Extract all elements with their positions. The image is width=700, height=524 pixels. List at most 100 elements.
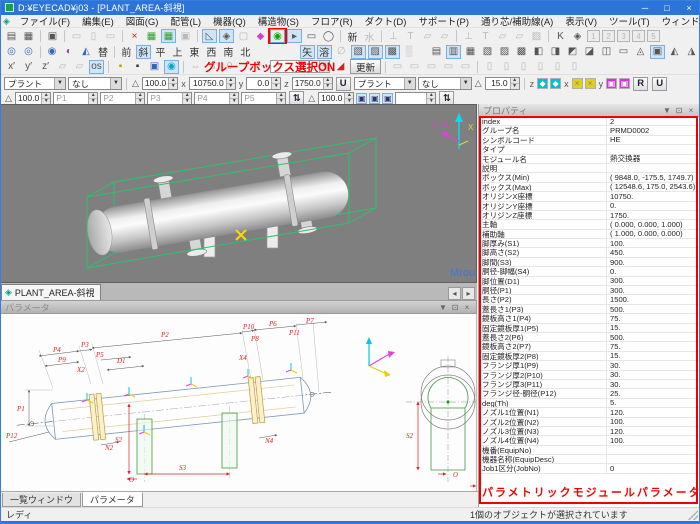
- menu-item[interactable]: 表示(V): [559, 14, 603, 28]
- y-spinner[interactable]: 0.0▲▼: [246, 77, 281, 90]
- none-select-2[interactable]: なし▼: [418, 77, 472, 90]
- resize-grip[interactable]: [688, 510, 698, 520]
- open-icon[interactable]: ▤: [4, 29, 19, 43]
- property-row[interactable]: オリジンY座標0.: [479, 202, 700, 211]
- param-p4-spinner[interactable]: P4▲▼: [194, 92, 239, 105]
- view-south-button[interactable]: 南: [221, 45, 236, 59]
- view-north-button[interactable]: 北: [238, 45, 253, 59]
- property-row[interactable]: ノズル4位置(N4)100.: [479, 436, 700, 445]
- property-row[interactable]: 胴径(P1)300.: [479, 286, 700, 295]
- lock-icon[interactable]: ◈: [570, 29, 585, 43]
- param-p3-spinner[interactable]: P3▲▼: [147, 92, 192, 105]
- menu-item[interactable]: 図面(G): [120, 14, 165, 28]
- menu-item[interactable]: 構造物(S): [252, 14, 305, 28]
- swap-button[interactable]: 替: [95, 45, 110, 59]
- pipe-icon[interactable]: ◩: [565, 45, 580, 59]
- pipe-icon[interactable]: ▨: [497, 45, 512, 59]
- duct-icon[interactable]: ▣: [356, 93, 367, 104]
- property-row[interactable]: 機器名称(EquipDesc): [479, 455, 700, 464]
- none-select[interactable]: なし▼: [68, 77, 122, 90]
- pipe-icon[interactable]: ◧: [531, 45, 546, 59]
- property-row[interactable]: フランジ厚1(P9)30.: [479, 361, 700, 370]
- z-spinner[interactable]: 1750.0▲▼: [292, 77, 333, 90]
- pipe-icon[interactable]: ▦: [463, 45, 478, 59]
- property-row[interactable]: 機番(EquipNo): [479, 446, 700, 455]
- property-row[interactable]: deg(Th)5.: [479, 399, 700, 408]
- property-row[interactable]: 蓋長さ1(P3)500.: [479, 305, 700, 314]
- hatch-icon[interactable]: ▧: [351, 45, 366, 59]
- pipe-icon[interactable]: ▩: [514, 45, 529, 59]
- param-p5-spinner[interactable]: P5▲▼: [241, 92, 286, 105]
- zoom-in-icon[interactable]: ◎: [4, 45, 19, 59]
- property-row[interactable]: フランジ厚3(P11)30.: [479, 380, 700, 389]
- new-button[interactable]: 新: [345, 29, 360, 43]
- pipe-icon[interactable]: ▤: [429, 45, 444, 59]
- z-axis-icon[interactable]: z′: [38, 60, 53, 74]
- param-p2-spinner[interactable]: P2▲▼: [100, 92, 145, 105]
- menu-item[interactable]: ツール(T): [603, 14, 656, 28]
- weld-button[interactable]: 溶: [317, 45, 332, 59]
- property-row[interactable]: index2: [479, 117, 700, 126]
- updown-button-2[interactable]: ⇅: [439, 91, 454, 105]
- plant-select[interactable]: プラント▼: [4, 77, 66, 90]
- property-row[interactable]: 説明: [479, 164, 700, 173]
- property-row[interactable]: オリジンX座標10750.: [479, 192, 700, 201]
- grid-snap-icon[interactable]: ▦: [161, 29, 176, 43]
- property-row[interactable]: 鏡板高さ1(P4)75.: [479, 314, 700, 323]
- snap-spinner[interactable]: 100.0▲▼: [142, 77, 178, 90]
- bottom-tab[interactable]: パラメータ: [82, 492, 143, 507]
- snap2-spinner[interactable]: 100.0▲▼: [15, 92, 51, 105]
- pipe-icon[interactable]: ◨: [548, 45, 563, 59]
- angle-spinner[interactable]: 15.0▲▼: [485, 77, 520, 90]
- param-p1-spinner[interactable]: P1▲▼: [53, 92, 98, 105]
- u2-button[interactable]: U: [652, 77, 667, 91]
- u-button[interactable]: U: [336, 77, 351, 91]
- z-move-icon[interactable]: ◆: [550, 78, 561, 89]
- pipe-icon[interactable]: ◮: [684, 45, 699, 59]
- layer-icon[interactable]: ▣: [147, 60, 162, 74]
- measure-icon[interactable]: ◭: [78, 45, 93, 59]
- close-icon[interactable]: ×: [461, 303, 473, 312]
- tab-prev-button[interactable]: ◂: [448, 287, 461, 300]
- property-row[interactable]: 胴径-脚幅(S4)0.: [479, 267, 700, 276]
- menu-item[interactable]: 編集(E): [76, 14, 120, 28]
- x-move-icon[interactable]: ×: [585, 78, 596, 89]
- empty-spinner[interactable]: ▲▼: [395, 92, 436, 105]
- viewport-canvas[interactable]: Y N X Mrou: [1, 105, 476, 282]
- update-button[interactable]: 更新: [350, 59, 381, 74]
- copy-icon[interactable]: ▣: [45, 29, 60, 43]
- layer-icon[interactable]: ▪: [113, 60, 128, 74]
- x-move-icon[interactable]: ×: [572, 78, 583, 89]
- updown-button[interactable]: ⇅: [289, 91, 304, 105]
- view-iso-button[interactable]: 斜: [136, 45, 151, 59]
- duct-icon[interactable]: ▣: [382, 93, 393, 104]
- property-row[interactable]: タイプ: [479, 145, 700, 154]
- bottom-tab[interactable]: 一覧ウィンドウ: [2, 493, 81, 507]
- menu-item[interactable]: 機器(Q): [207, 14, 252, 28]
- menu-item[interactable]: サポート(P): [412, 14, 475, 28]
- zoom-out-icon[interactable]: ◎: [21, 45, 36, 59]
- tab-plant-area[interactable]: ◈ PLANT_AREA-斜視: [1, 284, 101, 300]
- maximize-button[interactable]: □: [656, 0, 678, 15]
- menu-item[interactable]: 通り芯/補助線(A): [475, 14, 559, 28]
- hatch-icon[interactable]: ▩: [385, 45, 400, 59]
- circle-select-icon[interactable]: ◯: [321, 29, 336, 43]
- property-row[interactable]: ボックス(Max)( 12548.6, 175.0, 2543.6): [479, 183, 700, 192]
- drawing-canvas[interactable]: P4P3P2P10P6P7P9P5P8P11P1P12D1X2X4N2N4S2S…: [1, 314, 476, 490]
- property-row[interactable]: 脚間(S3)900.: [479, 258, 700, 267]
- x-spinner[interactable]: 10750.0▲▼: [189, 77, 236, 90]
- grid-icon[interactable]: ▦: [144, 29, 159, 43]
- property-row[interactable]: 固定鏡板厚1(P5)15.: [479, 324, 700, 333]
- close-button[interactable]: ×: [678, 0, 700, 15]
- property-row[interactable]: グループ名PRMD0002: [479, 126, 700, 135]
- plant-select-2[interactable]: プラント▼: [354, 77, 416, 90]
- x-axis-icon[interactable]: x′: [4, 60, 19, 74]
- pipe-icon[interactable]: ◪: [582, 45, 597, 59]
- property-row[interactable]: Job1区分(JobNo)0: [479, 464, 700, 473]
- pin-icon[interactable]: ⊡: [673, 106, 685, 115]
- menu-item[interactable]: ウィンドウ(W): [656, 14, 700, 28]
- pipe-icon[interactable]: ▧: [480, 45, 495, 59]
- eye-icon[interactable]: ◐: [61, 45, 76, 59]
- menu-item[interactable]: ファイル(F): [14, 14, 76, 28]
- minimize-button[interactable]: ─: [634, 0, 656, 15]
